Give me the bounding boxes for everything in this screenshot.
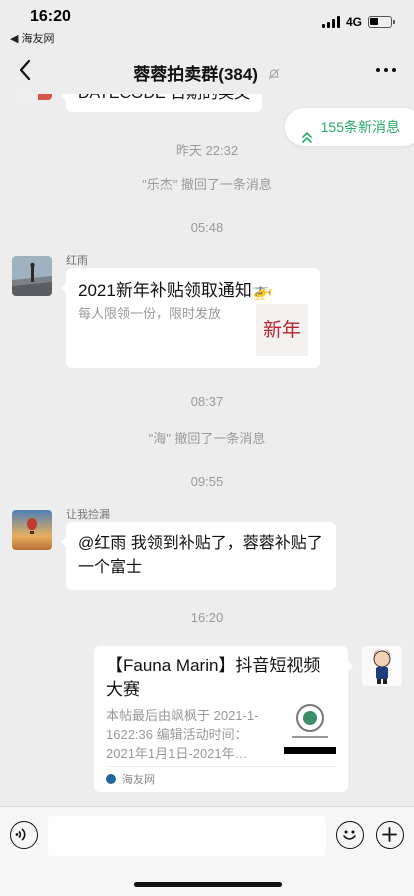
timestamp: 05:48 (190, 220, 224, 235)
more-dots-icon[interactable] (376, 68, 396, 72)
sender-name: 让我捡漏 (66, 509, 110, 521)
battery-icon (368, 16, 395, 28)
system-message: "乐杰" 撤回了一条消息 (142, 177, 272, 192)
sender-name: 红雨 (66, 255, 88, 267)
card-thumbnail: 新年 (256, 304, 308, 356)
message-input[interactable] (48, 816, 326, 856)
back-to-app-link[interactable]: ◀ 海友网 (10, 30, 55, 46)
chat-title-wrap[interactable]: 蓉蓉拍卖群(384) (0, 60, 414, 86)
voice-icon[interactable] (10, 821, 38, 849)
thumbnail-text: 新年 (262, 319, 301, 341)
message-text: @红雨 我领到补贴了，蓉蓉补贴了一个富士 (78, 535, 323, 576)
link-description: 本帖最后由飒枫于 2021-1-1622:36 编辑活动时间：2021年1月1日… (106, 708, 259, 761)
link-source: 海友网 (106, 766, 336, 792)
status-time: 16:20 (30, 8, 71, 25)
system-message: "海" 撤回了一条消息 (148, 431, 266, 446)
avatar[interactable] (12, 510, 52, 550)
chat-title: 蓉蓉拍卖群(384) (133, 65, 258, 84)
link-title: 【Fauna Marin】抖音短视频大赛 (106, 656, 321, 699)
card-title: 2021新年补贴领取通知🚁 (78, 281, 273, 300)
avatar[interactable] (12, 256, 52, 296)
link-thumbnail (284, 698, 336, 754)
card-description: 每人限领一份，限时发放 (78, 306, 222, 321)
nav-bar: 蓉蓉拍卖群(384) (0, 46, 414, 94)
signal-icon (321, 16, 340, 28)
message-bubble[interactable]: @红雨 我领到补贴了，蓉蓉补贴了一个富士 (61, 522, 336, 590)
new-messages-label: 155条新消息 (320, 119, 400, 135)
link-source-name: 海友网 (122, 774, 155, 786)
timestamp: 09:55 (190, 474, 224, 489)
avatar[interactable] (12, 94, 52, 100)
timestamp: 16:20 (190, 610, 224, 625)
card-message[interactable]: 2021新年补贴领取通知🚁 每人限领一份，限时发放 新年 (61, 268, 320, 368)
home-indicator[interactable] (134, 882, 282, 887)
bell-muted-icon (267, 66, 281, 86)
message-bubble[interactable]: DATECODE 日期的英文 (60, 94, 263, 112)
status-indicators: 4G (321, 15, 395, 29)
emoji-icon[interactable] (336, 821, 364, 849)
network-type: 4G (345, 15, 362, 29)
link-card-message[interactable]: 【Fauna Marin】抖音短视频大赛 本帖最后由飒枫于 2021-1-162… (94, 646, 353, 792)
timestamp: 昨天 22:32 (175, 143, 239, 158)
source-logo-icon (106, 774, 116, 784)
plus-icon[interactable] (376, 821, 404, 849)
avatar[interactable] (362, 646, 402, 686)
timestamp: 08:37 (190, 394, 224, 409)
status-bar: 16:20 ◀ 海友网 4G (0, 0, 414, 46)
chat-area[interactable]: DATECODE 日期的英文 155条新消息 昨天 22:32 "乐杰" 撤回了… (0, 94, 414, 806)
message-text: DATECODE 日期的英文 (78, 94, 250, 102)
